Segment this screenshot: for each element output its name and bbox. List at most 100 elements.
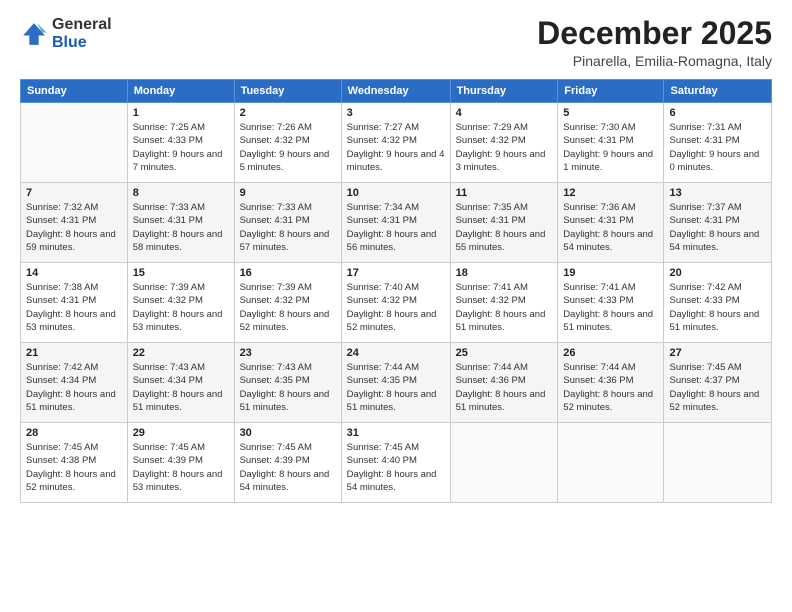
calendar-cell: 8 Sunrise: 7:33 AMSunset: 4:31 PMDaylight… — [127, 183, 234, 263]
calendar-cell: 1 Sunrise: 7:25 AMSunset: 4:33 PMDaylight… — [127, 103, 234, 183]
day-number: 9 — [240, 187, 336, 199]
calendar-cell: 20 Sunrise: 7:42 AMSunset: 4:33 PMDayligh… — [664, 263, 772, 343]
day-info: Sunrise: 7:41 AMSunset: 4:32 PMDaylight:… — [456, 281, 553, 334]
calendar-cell: 29 Sunrise: 7:45 AMSunset: 4:39 PMDayligh… — [127, 423, 234, 503]
calendar-cell: 4 Sunrise: 7:29 AMSunset: 4:32 PMDaylight… — [450, 103, 558, 183]
day-number: 21 — [26, 347, 122, 359]
calendar-cell — [21, 103, 128, 183]
day-info: Sunrise: 7:31 AMSunset: 4:31 PMDaylight:… — [669, 121, 766, 174]
day-number: 7 — [26, 187, 122, 199]
logo: General Blue — [20, 16, 112, 51]
day-info: Sunrise: 7:29 AMSunset: 4:32 PMDaylight:… — [456, 121, 553, 174]
week-row-1: 1 Sunrise: 7:25 AMSunset: 4:33 PMDaylight… — [21, 103, 772, 183]
day-info: Sunrise: 7:45 AMSunset: 4:38 PMDaylight:… — [26, 441, 122, 494]
day-info: Sunrise: 7:43 AMSunset: 4:34 PMDaylight:… — [133, 361, 229, 414]
calendar-cell: 30Sunrise: 7:45 AMSunset: 4:39 PMDayligh… — [234, 423, 341, 503]
day-number: 2 — [240, 107, 336, 119]
day-info: Sunrise: 7:30 AMSunset: 4:31 PMDaylight:… — [563, 121, 658, 174]
day-info: Sunrise: 7:45 AMSunset: 4:39 PMDaylight:… — [133, 441, 229, 494]
day-info: Sunrise: 7:45 AMSunset: 4:37 PMDaylight:… — [669, 361, 766, 414]
day-number: 1 — [133, 107, 229, 119]
day-number: 31 — [347, 427, 445, 439]
day-info: Sunrise: 7:33 AMSunset: 4:31 PMDaylight:… — [133, 201, 229, 254]
day-info: Sunrise: 7:42 AMSunset: 4:33 PMDaylight:… — [669, 281, 766, 334]
calendar-cell: 17Sunrise: 7:40 AMSunset: 4:32 PMDayligh… — [341, 263, 450, 343]
day-number: 11 — [456, 187, 553, 199]
week-row-4: 21 Sunrise: 7:42 AMSunset: 4:34 PMDayligh… — [21, 343, 772, 423]
calendar-table: SundayMondayTuesdayWednesdayThursdayFrid… — [20, 79, 772, 503]
day-info: Sunrise: 7:38 AMSunset: 4:31 PMDaylight:… — [26, 281, 122, 334]
calendar-header-thursday: Thursday — [450, 80, 558, 103]
day-info: Sunrise: 7:35 AMSunset: 4:31 PMDaylight:… — [456, 201, 553, 254]
day-info: Sunrise: 7:41 AMSunset: 4:33 PMDaylight:… — [563, 281, 658, 334]
calendar-cell: 6Sunrise: 7:31 AMSunset: 4:31 PMDaylight… — [664, 103, 772, 183]
calendar-cell — [450, 423, 558, 503]
calendar-header-tuesday: Tuesday — [234, 80, 341, 103]
calendar-cell: 22 Sunrise: 7:43 AMSunset: 4:34 PMDayligh… — [127, 343, 234, 423]
calendar-cell: 16 Sunrise: 7:39 AMSunset: 4:32 PMDayligh… — [234, 263, 341, 343]
day-number: 22 — [133, 347, 229, 359]
day-info: Sunrise: 7:45 AMSunset: 4:40 PMDaylight:… — [347, 441, 445, 494]
calendar-cell: 3 Sunrise: 7:27 AMSunset: 4:32 PMDaylight… — [341, 103, 450, 183]
calendar-cell: 11 Sunrise: 7:35 AMSunset: 4:31 PMDayligh… — [450, 183, 558, 263]
day-info: Sunrise: 7:32 AMSunset: 4:31 PMDaylight:… — [26, 201, 122, 254]
day-info: Sunrise: 7:34 AMSunset: 4:31 PMDaylight:… — [347, 201, 445, 254]
week-row-5: 28 Sunrise: 7:45 AMSunset: 4:38 PMDayligh… — [21, 423, 772, 503]
day-info: Sunrise: 7:25 AMSunset: 4:33 PMDaylight:… — [133, 121, 229, 174]
day-number: 4 — [456, 107, 553, 119]
day-info: Sunrise: 7:42 AMSunset: 4:34 PMDaylight:… — [26, 361, 122, 414]
day-number: 25 — [456, 347, 553, 359]
day-number: 18 — [456, 267, 553, 279]
calendar-cell: 5Sunrise: 7:30 AMSunset: 4:31 PMDaylight… — [558, 103, 664, 183]
calendar-cell: 2Sunrise: 7:26 AMSunset: 4:32 PMDaylight… — [234, 103, 341, 183]
calendar-header-sunday: Sunday — [21, 80, 128, 103]
day-number: 16 — [240, 267, 336, 279]
calendar-header-monday: Monday — [127, 80, 234, 103]
calendar-cell: 23 Sunrise: 7:43 AMSunset: 4:35 PMDayligh… — [234, 343, 341, 423]
calendar-cell: 14 Sunrise: 7:38 AMSunset: 4:31 PMDayligh… — [21, 263, 128, 343]
day-number: 15 — [133, 267, 229, 279]
day-info: Sunrise: 7:44 AMSunset: 4:35 PMDaylight:… — [347, 361, 445, 414]
calendar-cell: 12Sunrise: 7:36 AMSunset: 4:31 PMDayligh… — [558, 183, 664, 263]
day-number: 12 — [563, 187, 658, 199]
day-number: 19 — [563, 267, 658, 279]
day-info: Sunrise: 7:44 AMSunset: 4:36 PMDaylight:… — [456, 361, 553, 414]
day-info: Sunrise: 7:27 AMSunset: 4:32 PMDaylight:… — [347, 121, 445, 174]
day-number: 28 — [26, 427, 122, 439]
calendar-cell: 18 Sunrise: 7:41 AMSunset: 4:32 PMDayligh… — [450, 263, 558, 343]
logo-icon — [20, 20, 48, 48]
calendar-header-wednesday: Wednesday — [341, 80, 450, 103]
calendar-cell: 28 Sunrise: 7:45 AMSunset: 4:38 PMDayligh… — [21, 423, 128, 503]
day-info: Sunrise: 7:44 AMSunset: 4:36 PMDaylight:… — [563, 361, 658, 414]
calendar-cell: 9Sunrise: 7:33 AMSunset: 4:31 PMDaylight… — [234, 183, 341, 263]
calendar-cell: 21 Sunrise: 7:42 AMSunset: 4:34 PMDayligh… — [21, 343, 128, 423]
calendar-cell: 25 Sunrise: 7:44 AMSunset: 4:36 PMDayligh… — [450, 343, 558, 423]
day-number: 30 — [240, 427, 336, 439]
day-number: 3 — [347, 107, 445, 119]
logo-text: General Blue — [52, 16, 112, 51]
calendar-cell: 24Sunrise: 7:44 AMSunset: 4:35 PMDayligh… — [341, 343, 450, 423]
calendar-header-saturday: Saturday — [664, 80, 772, 103]
calendar-cell: 19 Sunrise: 7:41 AMSunset: 4:33 PMDayligh… — [558, 263, 664, 343]
day-number: 26 — [563, 347, 658, 359]
day-number: 20 — [669, 267, 766, 279]
day-number: 8 — [133, 187, 229, 199]
title-block: December 2025 Pinarella, Emilia-Romagna,… — [537, 16, 772, 69]
calendar-cell: 13Sunrise: 7:37 AMSunset: 4:31 PMDayligh… — [664, 183, 772, 263]
calendar-cell: 10 Sunrise: 7:34 AMSunset: 4:31 PMDayligh… — [341, 183, 450, 263]
header: General Blue December 2025 Pinarella, Em… — [20, 16, 772, 69]
day-info: Sunrise: 7:43 AMSunset: 4:35 PMDaylight:… — [240, 361, 336, 414]
month-title: December 2025 — [537, 16, 772, 51]
day-info: Sunrise: 7:37 AMSunset: 4:31 PMDaylight:… — [669, 201, 766, 254]
calendar-cell: 7 Sunrise: 7:32 AMSunset: 4:31 PMDaylight… — [21, 183, 128, 263]
day-number: 27 — [669, 347, 766, 359]
day-info: Sunrise: 7:39 AMSunset: 4:32 PMDaylight:… — [133, 281, 229, 334]
day-info: Sunrise: 7:39 AMSunset: 4:32 PMDaylight:… — [240, 281, 336, 334]
calendar-header-friday: Friday — [558, 80, 664, 103]
day-number: 10 — [347, 187, 445, 199]
day-number: 14 — [26, 267, 122, 279]
day-number: 23 — [240, 347, 336, 359]
calendar-cell: 31 Sunrise: 7:45 AMSunset: 4:40 PMDayligh… — [341, 423, 450, 503]
day-number: 29 — [133, 427, 229, 439]
calendar-cell — [558, 423, 664, 503]
